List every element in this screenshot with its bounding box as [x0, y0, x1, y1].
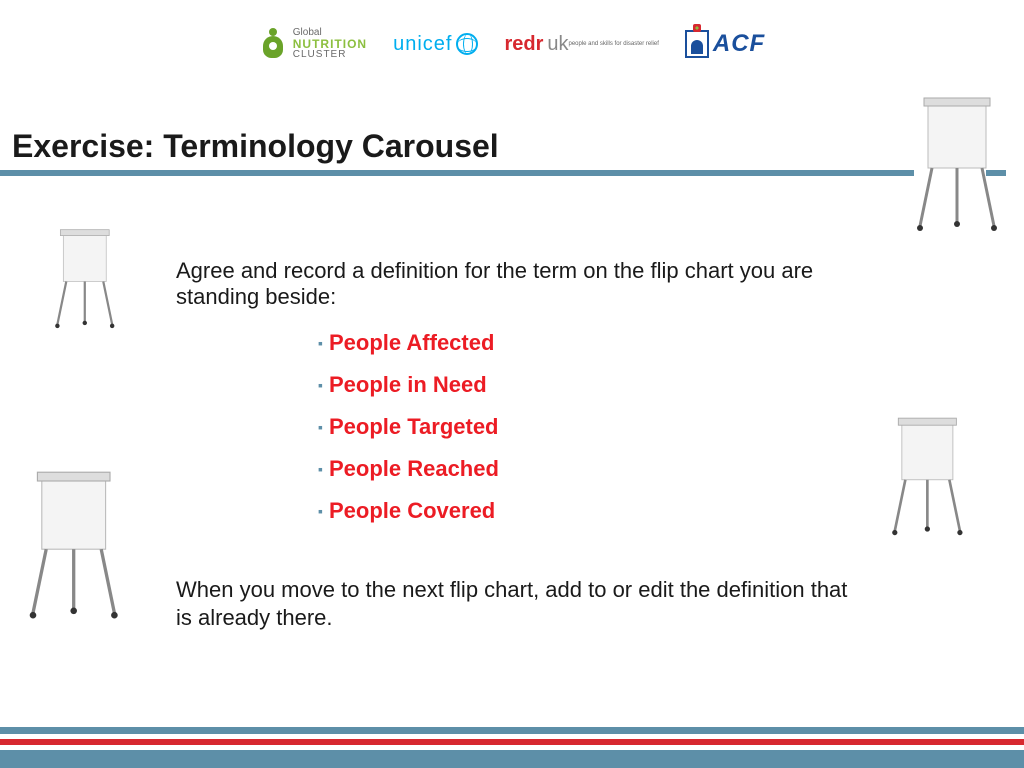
flipchart-icon — [886, 416, 974, 540]
globe-icon — [456, 33, 478, 55]
title-rule — [0, 170, 1024, 176]
outro-text: When you move to the next flip chart, ad… — [176, 576, 866, 631]
footer-stripes — [0, 727, 1024, 768]
term-item: People Targeted — [318, 414, 499, 440]
intro-text: Agree and record a definition for the te… — [176, 258, 896, 311]
term-item: People in Need — [318, 372, 499, 398]
redr-subtitle: people and skills for disaster relief — [569, 41, 659, 47]
gnc-line3: CLUSTER — [293, 50, 367, 60]
term-item: People Affected — [318, 330, 499, 356]
redr-text-2: uk — [547, 33, 568, 55]
acf-icon — [685, 30, 709, 58]
slide: Global NUTRITION CLUSTER unicef redruk p… — [0, 0, 1024, 768]
logo-unicef: unicef — [393, 24, 478, 64]
acf-text: ACF — [713, 30, 765, 58]
flipchart-icon — [50, 228, 124, 332]
logo-global-nutrition-cluster: Global NUTRITION CLUSTER — [259, 24, 367, 64]
redr-text-1: redr — [504, 33, 543, 55]
unicef-text: unicef — [393, 33, 452, 56]
page-title: Exercise: Terminology Carousel — [12, 128, 499, 165]
logo-acf: ACF — [685, 24, 765, 64]
flipchart-icon — [22, 470, 132, 624]
term-item: People Covered — [318, 498, 499, 524]
logo-bar: Global NUTRITION CLUSTER unicef redruk p… — [0, 24, 1024, 64]
term-item: People Reached — [318, 456, 499, 482]
logo-redr: redruk people and skills for disaster re… — [504, 24, 658, 64]
term-list: People Affected People in Need People Ta… — [318, 330, 499, 540]
gnc-icon — [259, 28, 287, 60]
flipchart-icon — [910, 96, 1010, 236]
